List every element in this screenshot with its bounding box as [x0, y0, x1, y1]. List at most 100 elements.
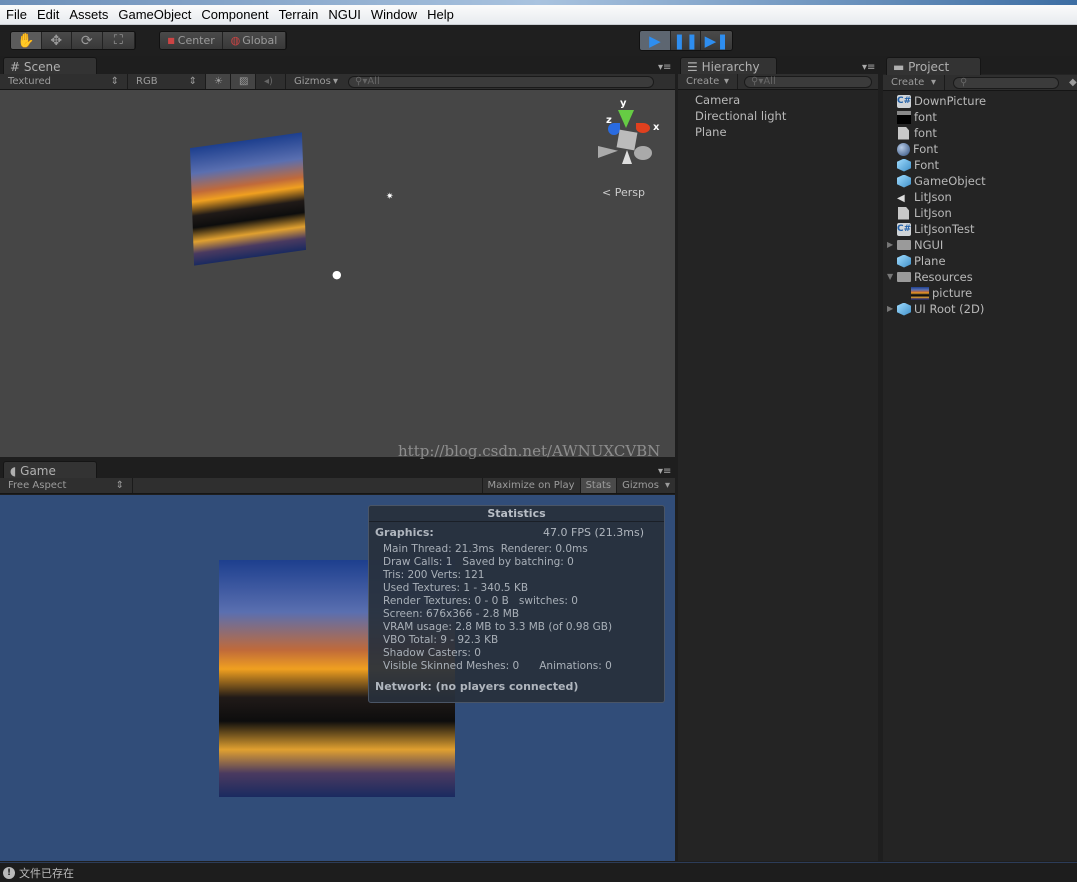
x-axis-cone[interactable]: [636, 123, 650, 133]
rotate-tool-button[interactable]: ⟳: [72, 32, 103, 49]
panel-menu-icon[interactable]: ▾≡: [658, 466, 671, 477]
scale-tool-button[interactable]: ⛶: [102, 32, 135, 49]
menu-edit[interactable]: Edit: [33, 7, 63, 22]
csharp-script-icon: C#: [897, 94, 912, 108]
project-item[interactable]: C# LitJsonTest: [887, 221, 1077, 237]
camera-icon[interactable]: ●: [332, 268, 342, 281]
pivot-global-label: Global: [242, 34, 278, 47]
hierarchy-create-dropdown[interactable]: Create ▾: [678, 74, 738, 89]
search-icon: ⚲: [960, 76, 968, 88]
play-icon: ▶: [649, 31, 661, 50]
channel-dropdown[interactable]: RGB ⇕: [128, 74, 206, 89]
lighting-toggle[interactable]: ☀: [206, 74, 231, 89]
project-item[interactable]: picture: [887, 285, 1077, 301]
watermark: http://blog.csdn.net/AWNUXCVBN: [398, 442, 661, 460]
project-item[interactable]: Font: [887, 141, 1077, 157]
project-item[interactable]: font: [887, 109, 1077, 125]
panel-menu-icon[interactable]: ▾≡: [658, 62, 671, 73]
skybox-toggle[interactable]: ▨: [231, 74, 256, 89]
tab-project[interactable]: ▬ Project: [886, 57, 981, 75]
status-message[interactable]: 文件已存在: [19, 865, 74, 881]
graphics-label: Graphics:: [375, 526, 434, 539]
project-item[interactable]: ▶ UI Root (2D): [887, 301, 1077, 317]
axis-y-label: y: [620, 98, 627, 109]
menu-terrain[interactable]: Terrain: [275, 7, 323, 22]
scene-gizmo[interactable]: y z x: [598, 98, 660, 168]
menu-assets[interactable]: Assets: [65, 7, 112, 22]
pivot-center-button[interactable]: ■ Center: [160, 32, 223, 49]
foldout-arrow-icon[interactable]: ▶: [887, 301, 897, 317]
light-icon[interactable]: ✷: [386, 192, 394, 202]
render-mode-dropdown[interactable]: Textured ⇕: [0, 74, 128, 89]
global-icon: ◍: [230, 34, 241, 47]
project-item[interactable]: ▶ NGUI: [887, 237, 1077, 253]
gizmo-center-cube[interactable]: [616, 129, 638, 151]
project-item[interactable]: font: [887, 125, 1077, 141]
scale-icon: ⛶: [113, 33, 123, 48]
panel-menu-icon[interactable]: ▾≡: [862, 62, 875, 73]
tab-game[interactable]: ◖ Game: [3, 461, 97, 479]
menu-bar: File Edit Assets GameObject Component Te…: [0, 5, 1077, 25]
filter-by-type-icon[interactable]: ◆: [1069, 77, 1077, 88]
hierarchy-item-directional-light[interactable]: Directional light: [695, 108, 786, 124]
texture-picture-icon: [911, 286, 929, 300]
foldout-arrow-icon[interactable]: ▼: [887, 269, 897, 285]
project-item[interactable]: LitJson: [887, 205, 1077, 221]
project-item[interactable]: ◀ LitJson: [887, 189, 1077, 205]
persp-label[interactable]: < Persp: [602, 186, 645, 199]
pivot-global-button[interactable]: ◍ Global: [223, 32, 286, 49]
prefab-icon: [897, 254, 911, 268]
hierarchy-item-plane[interactable]: Plane: [695, 124, 786, 140]
menu-component[interactable]: Component: [197, 7, 272, 22]
menu-file[interactable]: File: [2, 7, 31, 22]
chevron-down-icon: ▾: [723, 76, 729, 87]
move-tool-button[interactable]: ✥: [41, 32, 73, 49]
stats-toggle[interactable]: Stats: [580, 478, 618, 493]
tab-scene[interactable]: # Scene: [3, 57, 97, 75]
project-item[interactable]: GameObject: [887, 173, 1077, 189]
project-create-dropdown[interactable]: Create ▾: [883, 75, 945, 90]
statistics-title: Statistics: [369, 506, 664, 522]
maximize-on-play-toggle[interactable]: Maximize on Play: [481, 478, 581, 493]
texture-icon: [897, 110, 911, 124]
hand-tool-button[interactable]: ✋: [11, 32, 42, 49]
foldout-arrow-icon[interactable]: ▶: [887, 237, 897, 253]
menu-gameobject[interactable]: GameObject: [114, 7, 195, 22]
aspect-dropdown[interactable]: Free Aspect ⇕: [0, 478, 133, 493]
scene-search-input[interactable]: ⚲▾All: [348, 75, 654, 88]
axis-x-label: x: [653, 122, 660, 133]
project-item-label: Font: [914, 158, 940, 172]
pause-button[interactable]: ❚❚: [670, 31, 702, 50]
step-button[interactable]: ▶❚: [701, 31, 732, 50]
project-item-label: LitJsonTest: [914, 222, 975, 236]
project-item-label: picture: [932, 286, 973, 300]
y-axis-cone[interactable]: [618, 110, 634, 128]
audio-toggle[interactable]: ◂): [256, 74, 286, 89]
project-item[interactable]: ▼ Resources: [887, 269, 1077, 285]
project-item[interactable]: C# DownPicture: [887, 93, 1077, 109]
menu-ngui[interactable]: NGUI: [324, 7, 365, 22]
menu-window[interactable]: Window: [367, 7, 421, 22]
create-label: Create: [686, 76, 720, 87]
stat-line: Visible Skinned Meshes: 0 Animations: 0: [383, 660, 612, 672]
network-stats: Network: (no players connected): [375, 680, 579, 693]
tab-hierarchy[interactable]: ☰ Hierarchy: [680, 57, 777, 75]
search-placeholder: All: [763, 75, 776, 87]
game-gizmos-dropdown[interactable]: Gizmos ▾: [617, 478, 675, 493]
hierarchy-tab-label: Hierarchy: [701, 60, 760, 74]
menu-help[interactable]: Help: [423, 7, 458, 22]
project-item[interactable]: Plane: [887, 253, 1077, 269]
project-search-input[interactable]: ⚲: [953, 76, 1059, 89]
gizmo-cone: [598, 146, 618, 158]
pivot-icon: ■: [167, 36, 175, 45]
scene-plane-picture[interactable]: [189, 132, 307, 266]
hierarchy-item-camera[interactable]: Camera: [695, 92, 786, 108]
scene-gizmos-dropdown[interactable]: Gizmos ▾: [286, 74, 346, 89]
hierarchy-list: Camera Directional light Plane: [695, 92, 786, 140]
play-button[interactable]: ▶: [640, 31, 671, 50]
hierarchy-search-input[interactable]: ⚲▾All: [744, 75, 872, 88]
scene-viewport[interactable]: ✷ ● y z x < Persp: [0, 90, 675, 457]
project-item[interactable]: Font: [887, 157, 1077, 173]
game-viewport[interactable]: Statistics Graphics: 47.0 FPS (21.3ms) M…: [0, 495, 675, 861]
game-toolbar: Free Aspect ⇕ Maximize on Play Stats Gizm…: [0, 478, 675, 494]
